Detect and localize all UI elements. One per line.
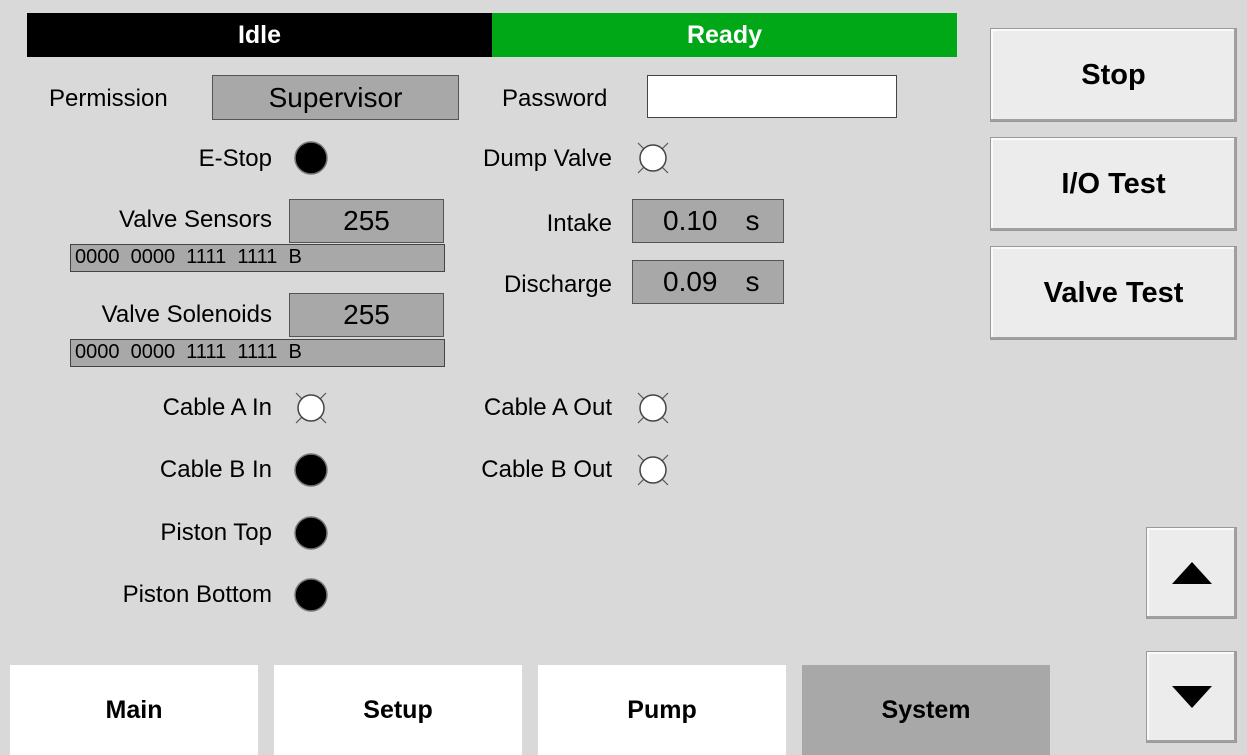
triangle-down-icon	[1171, 686, 1212, 708]
cable-a-in-label: Cable A In	[162, 394, 272, 421]
valve-sensors-label: Valve Sensors	[119, 206, 272, 233]
permission-field[interactable]: Supervisor	[212, 75, 459, 120]
stop-button[interactable]: Stop	[990, 28, 1237, 122]
cable-b-in-indicator-icon	[293, 452, 329, 488]
valve-sensors-bits: 0000 0000 1111 1111 B	[70, 244, 445, 272]
valve-solenoids-value: 255	[289, 293, 444, 337]
tab-setup[interactable]: Setup	[274, 665, 522, 755]
estop-indicator-icon	[293, 140, 329, 176]
cable-a-out-label: Cable A Out	[483, 394, 612, 421]
intake-value: 0.10	[663, 205, 718, 236]
piston-bottom-indicator-icon	[293, 577, 329, 613]
scroll-up-button[interactable]	[1146, 527, 1237, 619]
cable-b-in-label: Cable B In	[159, 456, 272, 483]
triangle-up-icon	[1171, 562, 1212, 584]
intake-label: Intake	[546, 210, 612, 237]
piston-bottom-label: Piston Bottom	[122, 581, 272, 608]
dump-valve-label: Dump Valve	[483, 145, 612, 172]
valve-test-button[interactable]: Valve Test	[990, 246, 1237, 340]
valve-sensors-value: 255	[289, 199, 444, 243]
cable-b-out-label: Cable B Out	[481, 456, 612, 483]
cable-a-out-indicator-icon	[635, 390, 671, 426]
valve-solenoids-bits: 0000 0000 1111 1111 B	[70, 339, 445, 367]
estop-label: E-Stop	[198, 145, 272, 172]
tab-pump[interactable]: Pump	[538, 665, 786, 755]
status-ready: Ready	[492, 13, 957, 57]
cable-a-in-indicator-icon	[293, 390, 329, 426]
permission-label: Permission	[49, 85, 168, 112]
intake-field: 0.10 s	[632, 199, 784, 243]
intake-unit: s	[745, 205, 760, 236]
status-idle: Idle	[27, 13, 492, 57]
io-test-button[interactable]: I/O Test	[990, 137, 1237, 231]
discharge-unit: s	[745, 266, 760, 297]
password-field[interactable]	[647, 75, 897, 118]
password-label: Password	[502, 85, 608, 112]
discharge-field: 0.09 s	[632, 260, 784, 304]
discharge-value: 0.09	[663, 266, 718, 297]
piston-top-label: Piston Top	[160, 519, 272, 546]
valve-solenoids-label: Valve Solenoids	[101, 301, 272, 328]
dump-valve-indicator-icon	[635, 140, 671, 176]
cable-b-out-indicator-icon	[635, 452, 671, 488]
tab-main[interactable]: Main	[10, 665, 258, 755]
piston-top-indicator-icon	[293, 515, 329, 551]
tab-system[interactable]: System	[802, 665, 1050, 755]
discharge-label: Discharge	[503, 271, 612, 298]
scroll-down-button[interactable]	[1146, 651, 1237, 743]
